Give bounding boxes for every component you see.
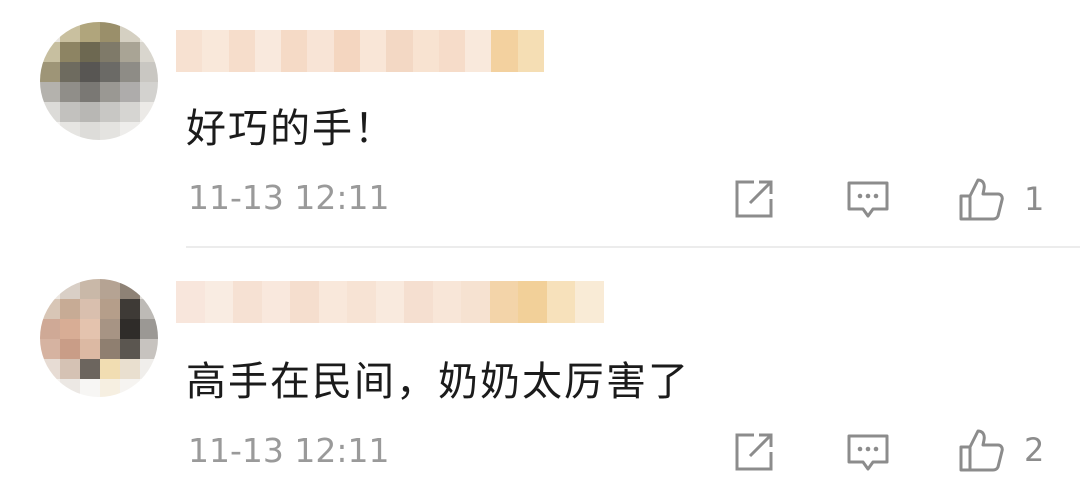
avatar[interactable] [40, 279, 158, 397]
comment-item: 好巧的手！ 11-13 12:11 1 [0, 0, 1080, 246]
share-icon [735, 433, 773, 471]
like-count: 1 [1024, 180, 1045, 218]
share-button[interactable] [732, 176, 776, 222]
comment-text: 好巧的手！ [186, 106, 396, 152]
comment-text: 高手在民间，奶奶太厉害了 [186, 359, 690, 405]
thumbs-up-icon [959, 429, 1004, 472]
like-count: 2 [1024, 431, 1045, 469]
like-button[interactable]: 2 [958, 427, 1044, 473]
share-button[interactable] [732, 429, 776, 475]
share-icon [735, 180, 773, 218]
comment-icon [847, 181, 889, 218]
thumbs-up-icon [959, 178, 1004, 221]
username-redacted[interactable] [176, 281, 604, 323]
username-redacted[interactable] [176, 30, 544, 72]
reply-button[interactable] [846, 176, 890, 222]
comment-icon [847, 434, 889, 471]
reply-button[interactable] [846, 429, 890, 475]
like-button[interactable]: 1 [958, 176, 1044, 222]
comment-item: 高手在民间，奶奶太厉害了 11-13 12:11 2 [0, 247, 1080, 492]
comment-timestamp: 11-13 12:11 [188, 178, 390, 217]
avatar[interactable] [40, 22, 158, 140]
comment-timestamp: 11-13 12:11 [188, 431, 390, 470]
